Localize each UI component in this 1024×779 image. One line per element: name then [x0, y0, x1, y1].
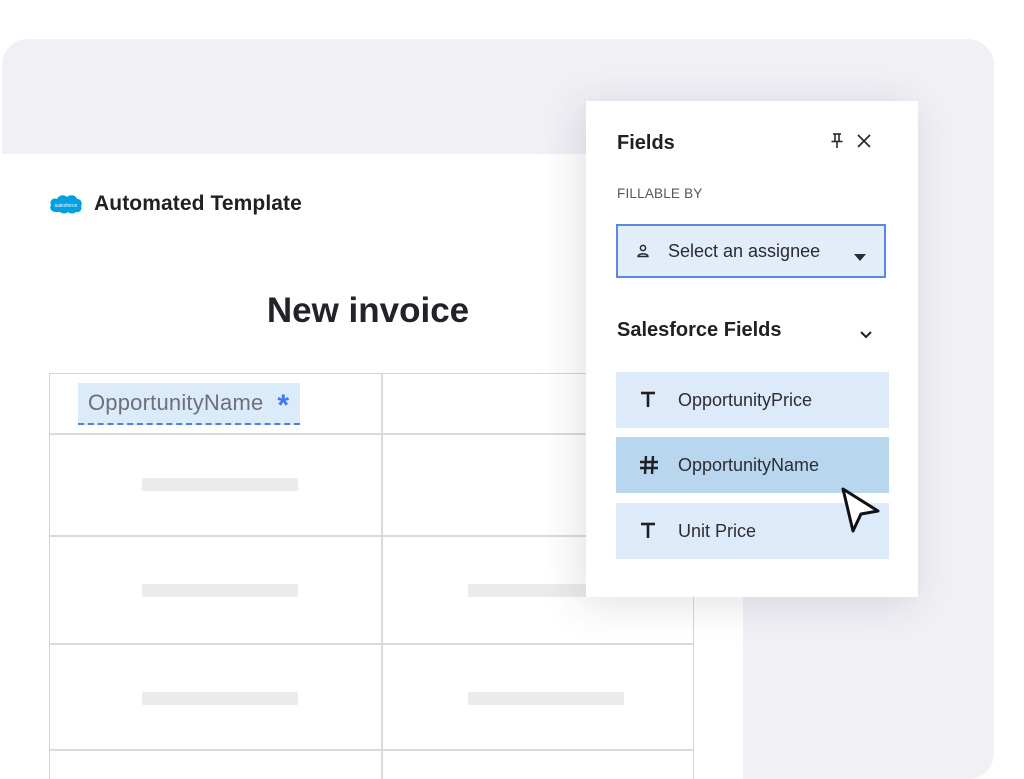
- assignee-select-value: Select an assignee: [668, 240, 821, 261]
- close-icon[interactable]: [855, 132, 873, 150]
- template-title: Automated Template: [94, 192, 302, 215]
- caret-down-icon: [854, 249, 866, 261]
- table-column-divider: [381, 374, 383, 779]
- placeholder-line: [142, 584, 298, 597]
- fillable-by-label: FILLABLE BY: [617, 186, 703, 201]
- pin-icon[interactable]: [830, 132, 844, 150]
- text-type-icon: [638, 520, 660, 542]
- table-row-divider: [50, 749, 693, 751]
- field-chip-label: OpportunityName: [88, 390, 264, 415]
- opportunity-name-field-chip[interactable]: OpportunityName *: [78, 383, 301, 425]
- number-type-icon: [638, 454, 660, 476]
- placeholder-line: [142, 478, 298, 491]
- required-asterisk-icon: *: [277, 389, 290, 422]
- field-item-label: Unit Price: [678, 520, 757, 541]
- field-item-label: OpportunityName: [678, 454, 820, 475]
- panel-title: Fields: [617, 132, 675, 154]
- placeholder-line: [468, 692, 624, 705]
- chevron-down-icon[interactable]: [859, 327, 873, 339]
- svg-text:salesforce: salesforce: [55, 203, 78, 209]
- field-item-label: OpportunityPrice: [678, 389, 813, 410]
- person-icon: [636, 244, 650, 258]
- field-item-opportunity-name[interactable]: OpportunityName: [616, 437, 889, 493]
- document-header: salesforce Automated Template: [48, 190, 302, 218]
- assignee-select[interactable]: Select an assignee: [616, 224, 886, 278]
- salesforce-fields-heading: Salesforce Fields: [617, 319, 782, 341]
- salesforce-logo-icon: salesforce: [48, 192, 84, 216]
- text-type-icon: [638, 389, 660, 411]
- table-row-divider: [50, 643, 693, 645]
- placeholder-line: [142, 692, 298, 705]
- field-item-unit-price[interactable]: Unit Price: [616, 503, 889, 559]
- fields-panel: Fields FILLABLE BY Select an assignee Sa…: [586, 101, 918, 597]
- field-item-opportunity-price[interactable]: OpportunityPrice: [616, 372, 889, 428]
